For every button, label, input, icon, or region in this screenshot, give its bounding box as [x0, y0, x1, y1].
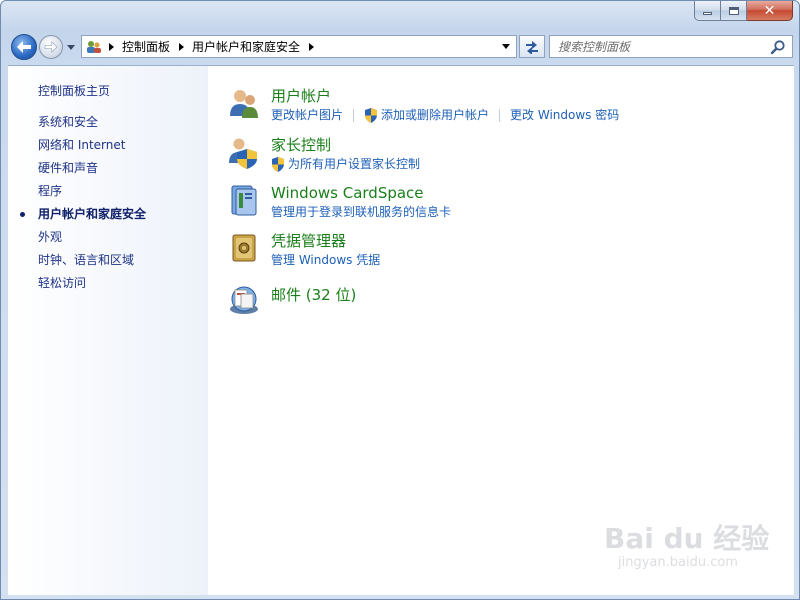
- breadcrumb-control-panel[interactable]: 控制面板: [118, 38, 174, 55]
- maximize-button[interactable]: [721, 1, 747, 21]
- minimize-button[interactable]: [694, 1, 721, 21]
- minimize-icon: [703, 12, 712, 15]
- address-bar[interactable]: 控制面板 用户帐户和家庭安全: [81, 35, 517, 58]
- link-divider: [353, 108, 355, 122]
- sidebar-home-link[interactable]: 控制面板主页: [38, 82, 110, 99]
- sidebar-list: 系统和安全 网络和 Internet 硬件和声音 程序 用户帐户和家庭安全 外观…: [20, 115, 147, 299]
- maximize-icon: [728, 6, 739, 15]
- chevron-down-icon: [67, 44, 75, 50]
- back-arrow-icon: [17, 41, 31, 53]
- sidebar-item-hardware-sound[interactable]: 硬件和声音: [38, 161, 146, 184]
- content-area: 控制面板主页 系统和安全 网络和 Internet 硬件和声音 程序 用户帐户和…: [8, 65, 794, 595]
- sidebar-item-label: 用户帐户和家庭安全: [38, 207, 147, 221]
- category-title-credential-manager[interactable]: 凭据管理器: [271, 231, 346, 251]
- forward-button[interactable]: [39, 35, 63, 59]
- cardspace-icon: [231, 185, 257, 216]
- caption-buttons: ✕: [694, 1, 793, 21]
- sidebar-item-clock-language-region[interactable]: 时钟、语言和区域: [38, 253, 146, 276]
- sidebar-item-appearance[interactable]: 外观: [38, 230, 146, 253]
- sidebar-item-programs[interactable]: 程序: [38, 184, 146, 207]
- sidebar-item-user-accounts-active[interactable]: 用户帐户和家庭安全: [20, 207, 147, 230]
- breadcrumb-separator[interactable]: [304, 42, 318, 51]
- breadcrumb-separator[interactable]: [174, 42, 188, 51]
- credential-manager-icon: [232, 234, 256, 262]
- manage-info-cards-link[interactable]: 管理用于登录到联机服务的信息卡: [271, 204, 451, 220]
- breadcrumb-separator[interactable]: [104, 42, 118, 51]
- control-panel-icon: [84, 37, 104, 57]
- back-button[interactable]: [11, 34, 37, 60]
- close-button[interactable]: ✕: [747, 1, 793, 21]
- category-title-parental-controls[interactable]: 家长控制: [271, 135, 331, 155]
- sidebar-item-network-internet[interactable]: 网络和 Internet: [38, 138, 146, 161]
- close-icon: ✕: [763, 2, 776, 19]
- uac-shield-icon: [272, 156, 284, 172]
- add-remove-user-accounts-link[interactable]: 添加或删除用户帐户: [381, 107, 489, 123]
- mail-icon: [230, 286, 258, 314]
- category-title-user-accounts[interactable]: 用户帐户: [271, 86, 331, 106]
- baidu-jingyan-watermark: Bai du 经验 jingyan.baidu.com: [604, 513, 769, 573]
- user-accounts-icon: [230, 90, 258, 118]
- uac-shield-icon: [365, 107, 378, 123]
- category-links: 管理 Windows 凭据: [271, 252, 380, 268]
- refresh-button[interactable]: [519, 35, 545, 58]
- window-frame: ✕ 控制面板 用户帐户和家庭安全 搜索控制面板 控制面板主页 系统和安全 网络和…: [0, 0, 800, 600]
- watermark-url: jingyan.baidu.com: [618, 555, 738, 570]
- category-links: 更改帐户图片 添加或删除用户帐户 更改 Windows 密码: [271, 107, 619, 123]
- category-links: 为所有用户设置家长控制: [271, 156, 420, 172]
- category-links: 管理用于登录到联机服务的信息卡: [271, 204, 451, 220]
- change-windows-password-link[interactable]: 更改 Windows 密码: [510, 107, 619, 123]
- manage-windows-credentials-link[interactable]: 管理 Windows 凭据: [271, 252, 380, 268]
- search-input[interactable]: [558, 36, 768, 57]
- forward-arrow-icon: [44, 41, 58, 53]
- recent-pages-dropdown[interactable]: [65, 40, 77, 54]
- sidebar: 控制面板主页 系统和安全 网络和 Internet 硬件和声音 程序 用户帐户和…: [8, 66, 208, 595]
- chevron-down-icon: [502, 44, 510, 49]
- parental-controls-icon: [229, 138, 257, 169]
- sidebar-item-system-security[interactable]: 系统和安全: [38, 115, 146, 138]
- setup-parental-controls-link[interactable]: 为所有用户设置家长控制: [288, 156, 420, 172]
- link-divider: [499, 108, 501, 122]
- breadcrumb-user-accounts[interactable]: 用户帐户和家庭安全: [188, 38, 304, 55]
- category-title-mail[interactable]: 邮件 (32 位): [271, 285, 356, 305]
- refresh-icon: [526, 40, 538, 54]
- search-box: [549, 35, 793, 58]
- change-account-picture-link[interactable]: 更改帐户图片: [271, 107, 343, 123]
- category-title-cardspace[interactable]: Windows CardSpace: [271, 183, 424, 203]
- address-dropdown-button[interactable]: [498, 38, 514, 55]
- active-bullet-icon: [20, 212, 25, 217]
- search-icon[interactable]: [770, 39, 786, 55]
- sidebar-item-ease-of-access[interactable]: 轻松访问: [38, 276, 146, 299]
- watermark-brand: Bai du 经验: [604, 522, 770, 555]
